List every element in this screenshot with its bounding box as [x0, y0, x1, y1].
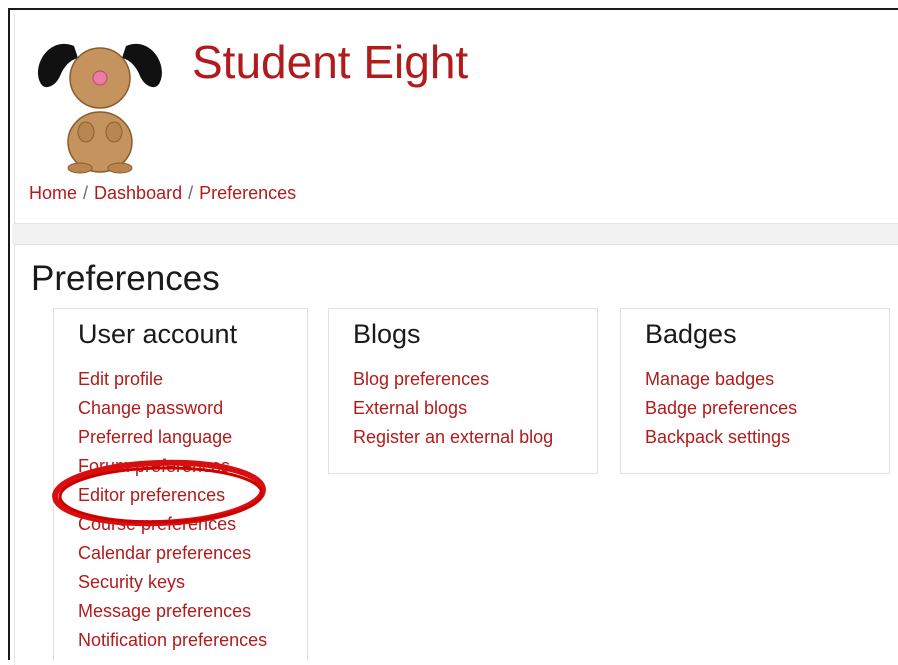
breadcrumb: Home / Dashboard / Preferences [29, 182, 296, 204]
list-item: Forum preferences [78, 452, 267, 481]
list-item: Preferred language [78, 423, 267, 452]
badge-preferences-link[interactable]: Badge preferences [645, 398, 797, 418]
user-account-section: User account Edit profile Change passwor… [53, 308, 308, 661]
external-blogs-link[interactable]: External blogs [353, 398, 467, 418]
breadcrumb-separator: / [188, 183, 194, 203]
list-item: Manage badges [645, 365, 797, 394]
security-keys-link[interactable]: Security keys [78, 572, 185, 592]
forum-preferences-link[interactable]: Forum preferences [78, 456, 230, 476]
dog-avatar-icon [38, 43, 162, 174]
list-item: Backpack settings [645, 423, 797, 452]
list-item: Change password [78, 394, 267, 423]
list-item: Blog preferences [353, 365, 553, 394]
course-preferences-link[interactable]: Course preferences [78, 514, 236, 534]
page-title: Preferences [31, 259, 220, 298]
list-item: Course preferences [78, 510, 267, 539]
blogs-section: Blogs Blog preferences External blogs Re… [328, 308, 598, 474]
list-item: Security keys [78, 568, 267, 597]
list-item: Register an external blog [353, 423, 553, 452]
message-preferences-link[interactable]: Message preferences [78, 601, 251, 621]
breadcrumb-home-link[interactable]: Home [29, 183, 77, 203]
list-item: Notification preferences [78, 626, 267, 655]
preferred-language-link[interactable]: Preferred language [78, 427, 232, 447]
list-item: Edit profile [78, 365, 267, 394]
edit-profile-link[interactable]: Edit profile [78, 369, 163, 389]
section-title: Blogs [353, 319, 421, 349]
user-avatar[interactable] [30, 34, 170, 174]
user-full-name: Student Eight [192, 36, 469, 88]
screenshot-frame-left [8, 8, 10, 660]
list-item: External blogs [353, 394, 553, 423]
screenshot-frame-top [8, 8, 898, 10]
list-item: Message preferences [78, 597, 267, 626]
calendar-preferences-link[interactable]: Calendar preferences [78, 543, 251, 563]
manage-badges-link[interactable]: Manage badges [645, 369, 774, 389]
section-title: User account [78, 319, 238, 349]
notification-preferences-link[interactable]: Notification preferences [78, 630, 267, 650]
breadcrumb-dashboard-link[interactable]: Dashboard [94, 183, 182, 203]
blogs-links: Blog preferences External blogs Register… [353, 365, 553, 452]
breadcrumb-preferences-link[interactable]: Preferences [199, 183, 296, 203]
section-title: Badges [645, 319, 737, 349]
list-item: Calendar preferences [78, 539, 267, 568]
blog-preferences-link[interactable]: Blog preferences [353, 369, 489, 389]
register-external-blog-link[interactable]: Register an external blog [353, 427, 553, 447]
editor-preferences-link[interactable]: Editor preferences [78, 485, 225, 505]
list-item: Editor preferences [78, 481, 267, 510]
change-password-link[interactable]: Change password [78, 398, 223, 418]
list-item: Badge preferences [645, 394, 797, 423]
header-divider-band [12, 224, 898, 244]
badges-links: Manage badges Badge preferences Backpack… [645, 365, 797, 452]
badges-section: Badges Manage badges Badge preferences B… [620, 308, 890, 474]
backpack-settings-link[interactable]: Backpack settings [645, 427, 790, 447]
user-account-links: Edit profile Change password Preferred l… [78, 365, 267, 655]
breadcrumb-separator: / [83, 183, 89, 203]
